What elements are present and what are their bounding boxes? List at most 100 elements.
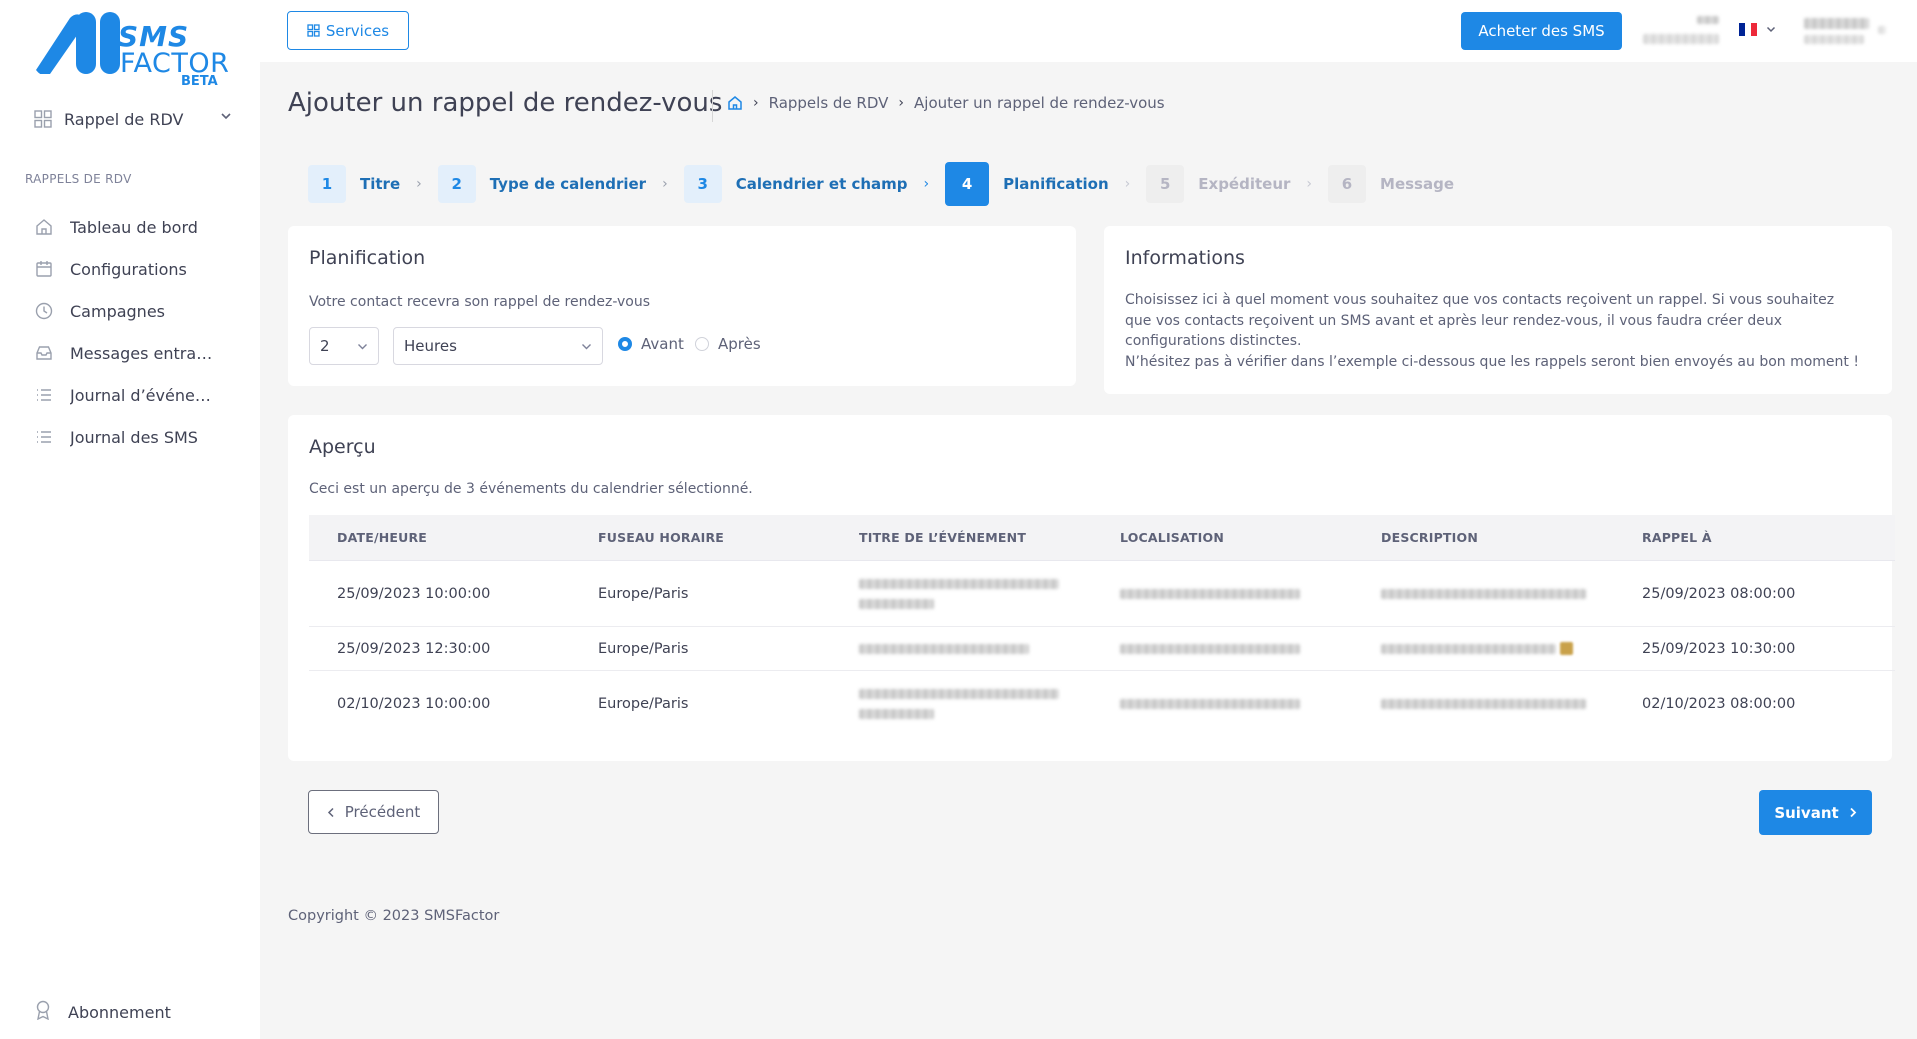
apercu-description: Ceci est un aperçu de 3 événements du ca… xyxy=(309,481,753,497)
emoji-blurred xyxy=(1560,642,1573,655)
chevron-right-icon: › xyxy=(662,176,668,192)
column-header: DATE/HEURE xyxy=(337,530,428,545)
step-number: 3 xyxy=(683,165,722,203)
column-header: DESCRIPTION xyxy=(1381,530,1478,545)
step-number: 1 xyxy=(308,165,346,203)
radio-avant[interactable]: Avant xyxy=(618,335,684,353)
breadcrumb-separator: › xyxy=(753,95,759,111)
cell-reminder: 25/09/2023 10:30:00 xyxy=(1642,640,1796,657)
step-type-calendrier[interactable]: 2 Type de calendrier xyxy=(437,165,647,203)
step-planification[interactable]: 4 Planification xyxy=(945,162,1109,206)
step-titre[interactable]: 1 Titre xyxy=(308,165,400,203)
sidebar-item-label: Abonnement xyxy=(68,1002,171,1022)
chevron-down-icon[interactable] xyxy=(1766,24,1776,34)
services-button[interactable]: Services xyxy=(287,11,409,50)
amount-select-value: 2 xyxy=(320,337,330,355)
cell-title-blurred xyxy=(831,689,1092,719)
cell-location-blurred xyxy=(1092,699,1353,709)
chevron-right-icon: › xyxy=(923,176,930,192)
previous-button-label: Précédent xyxy=(344,803,421,821)
sidebar-item-journal-evenements[interactable]: Journal d’événem... xyxy=(0,374,260,416)
cell-location-blurred xyxy=(1092,588,1353,599)
calendar-icon xyxy=(34,259,54,279)
smsfactor-logo[interactable]: SMS FACTOR BETA xyxy=(26,12,229,92)
user-name-blurred xyxy=(1804,35,1864,44)
sidebar-item-label: Messages entrants xyxy=(70,343,220,363)
cell-datetime: 02/10/2023 10:00:00 xyxy=(337,696,491,712)
chevron-right-icon xyxy=(1850,807,1856,818)
step-label: Planification xyxy=(1003,175,1109,193)
informations-text: Choisissez ici à quel moment vous souhai… xyxy=(1125,290,1863,372)
footer-copyright: Copyright © 2023 SMSFactor xyxy=(288,908,500,924)
cell-datetime: 25/09/2023 10:00:00 xyxy=(337,585,491,602)
module-dropdown-label: Rappel de RDV xyxy=(64,109,184,129)
step-expediteur[interactable]: 5 Expéditeur xyxy=(1146,165,1290,203)
inbox-icon xyxy=(34,343,54,363)
sidebar-item-abonnement[interactable]: Abonnement xyxy=(34,1000,171,1024)
next-button[interactable]: Suivant xyxy=(1759,790,1872,835)
cell-reminder: 25/09/2023 08:00:00 xyxy=(1642,585,1796,602)
step-calendrier-champ[interactable]: 3 Calendrier et champ xyxy=(683,165,908,203)
language-flag-fr-icon[interactable] xyxy=(1739,23,1757,36)
column-header: LOCALISATION xyxy=(1120,530,1224,545)
grid-icon xyxy=(34,110,52,128)
planification-description: Votre contact recevra son rappel de rend… xyxy=(309,294,651,310)
user-menu-toggle[interactable] xyxy=(1878,26,1886,34)
column-header: RAPPEL À xyxy=(1642,530,1712,545)
table-header: DATE/HEURE FUSEAU HORAIRE TITRE DE L’ÉVÉ… xyxy=(309,515,1895,561)
list-icon xyxy=(34,427,54,447)
apercu-title: Aperçu xyxy=(309,436,376,458)
next-button-label: Suivant xyxy=(1774,803,1839,822)
sidebar-item-messages-entrants[interactable]: Messages entrants xyxy=(0,332,260,374)
chevron-down-icon xyxy=(221,113,231,120)
home-icon[interactable] xyxy=(727,95,743,111)
step-number: 4 xyxy=(945,162,990,206)
user-name-blurred xyxy=(1804,18,1869,29)
breadcrumb-item-rappels[interactable]: Rappels de RDV xyxy=(769,94,889,112)
buy-sms-button[interactable]: Acheter des SMS xyxy=(1461,12,1622,50)
cell-datetime: 25/09/2023 12:30:00 xyxy=(337,640,491,657)
chevron-down-icon xyxy=(582,344,591,350)
chevron-right-icon: › xyxy=(1124,176,1131,192)
award-icon xyxy=(34,1000,52,1024)
module-dropdown[interactable]: Rappel de RDV xyxy=(34,106,234,132)
amount-select[interactable]: 2 xyxy=(309,327,379,365)
step-label: Expéditeur xyxy=(1198,175,1291,193)
sidebar-item-label: Journal des SMS xyxy=(70,427,198,447)
cell-timezone: Europe/Paris xyxy=(598,585,689,602)
radio-apres[interactable]: Après xyxy=(695,335,761,353)
sidebar-item-tableau-de-bord[interactable]: Tableau de bord xyxy=(0,206,260,248)
title-divider xyxy=(712,90,713,122)
chevron-right-icon: › xyxy=(416,176,422,192)
sidebar-item-configurations[interactable]: Configurations xyxy=(0,248,260,290)
chevron-left-icon xyxy=(327,807,334,817)
step-number: 2 xyxy=(437,165,476,203)
cell-title-blurred xyxy=(831,643,1092,654)
step-label: Type de calendrier xyxy=(489,175,647,193)
sidebar-item-label: Journal d’événem... xyxy=(70,385,220,405)
breadcrumb: › Rappels de RDV › Ajouter un rappel de … xyxy=(727,94,1165,112)
wizard-stepper: 1 Titre › 2 Type de calendrier › 3 Calen… xyxy=(308,162,1454,206)
previous-button[interactable]: Précédent xyxy=(308,790,439,834)
cell-description-blurred xyxy=(1353,642,1614,655)
cell-description-blurred xyxy=(1353,699,1614,709)
planification-title: Planification xyxy=(309,247,426,269)
services-button-label: Services xyxy=(325,21,390,40)
step-message[interactable]: 6 Message xyxy=(1328,165,1454,203)
account-balance-blurred xyxy=(1697,16,1719,24)
sidebar-item-journal-sms[interactable]: Journal des SMS xyxy=(0,416,260,458)
unit-select[interactable]: Heures xyxy=(393,327,603,365)
informations-line: Choisissez ici à quel moment vous souhai… xyxy=(1125,292,1835,349)
chevron-down-icon xyxy=(358,344,367,350)
table-row: 25/09/2023 12:30:00 Europe/Paris 25/09/2… xyxy=(309,627,1895,671)
cell-timezone: Europe/Paris xyxy=(598,640,689,657)
informations-card: Informations Choisissez ici à quel momen… xyxy=(1104,226,1892,394)
preview-table: DATE/HEURE FUSEAU HORAIRE TITRE DE L’ÉVÉ… xyxy=(309,515,1895,737)
radio-apres-label: Après xyxy=(718,335,761,353)
page-title: Ajouter un rappel de rendez-vous xyxy=(288,88,723,118)
sidebar-item-campagnes[interactable]: Campagnes xyxy=(0,290,260,332)
cell-reminder: 02/10/2023 08:00:00 xyxy=(1642,696,1796,712)
cell-description-blurred xyxy=(1353,588,1614,599)
breadcrumb-item-current: Ajouter un rappel de rendez-vous xyxy=(914,94,1165,112)
sidebar-section-title: RAPPELS DE RDV xyxy=(25,172,132,186)
